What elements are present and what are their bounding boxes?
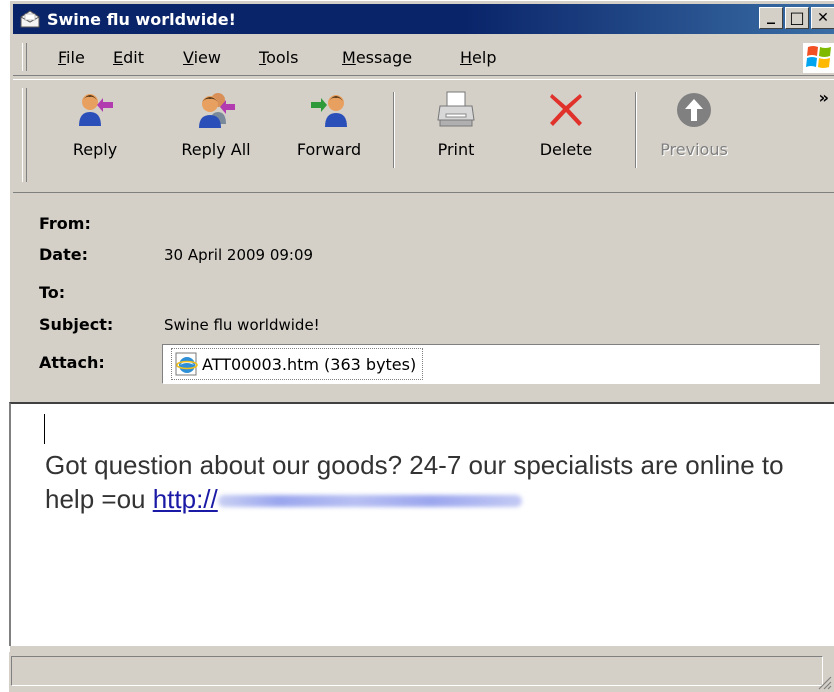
maximize-button[interactable]: □	[785, 7, 809, 29]
menu-edit[interactable]: Edit	[113, 48, 144, 67]
envelope-icon	[20, 10, 40, 28]
attach-label: Attach:	[39, 353, 105, 372]
menubar-grip[interactable]	[22, 43, 27, 71]
status-bar	[9, 652, 834, 692]
toolbar: Reply Reply All Forward Print Delete Pre…	[13, 79, 834, 193]
toolbar-separator	[393, 92, 395, 168]
up-arrow-icon	[677, 93, 711, 127]
delete-x-icon	[550, 94, 582, 126]
menu-file[interactable]: File	[58, 48, 85, 67]
reply-button[interactable]: Reply	[55, 90, 135, 159]
text-caret	[44, 414, 45, 444]
menu-view[interactable]: View	[183, 48, 221, 67]
reply-icon	[79, 94, 113, 126]
html-file-icon	[175, 352, 198, 376]
menu-message[interactable]: Message	[342, 48, 412, 67]
forward-icon	[311, 95, 347, 127]
menu-help[interactable]: Help	[460, 48, 496, 67]
from-label: From:	[39, 214, 91, 233]
reply-all-icon	[199, 93, 235, 128]
to-label: To:	[39, 283, 66, 302]
size-grip-icon[interactable]	[816, 674, 832, 690]
delete-button[interactable]: Delete	[528, 90, 604, 159]
status-panel	[11, 656, 823, 686]
menu-bar: File Edit View Tools Message Help	[13, 39, 834, 76]
toolbar-grip[interactable]	[22, 88, 27, 182]
toolbar-overflow-chevron[interactable]: »	[819, 88, 829, 107]
window-title: Swine flu worldwide!	[47, 9, 236, 29]
message-body[interactable]: Got question about our goods? 24-7 our s…	[9, 402, 834, 646]
message-text: Got question about our goods? 24-7 our s…	[45, 448, 825, 516]
attachment-box: ATT00003.htm (363 bytes)	[162, 344, 820, 384]
attachment-item[interactable]: ATT00003.htm (363 bytes)	[171, 348, 424, 380]
previous-button[interactable]: Previous	[651, 90, 737, 159]
forward-button[interactable]: Forward	[281, 90, 377, 159]
close-button[interactable]: ✕	[811, 7, 834, 29]
redacted-url	[217, 495, 522, 508]
windows-logo-icon	[803, 43, 834, 73]
subject-label: Subject:	[39, 315, 114, 334]
subject-value: Swine flu worldwide!	[164, 316, 320, 334]
printer-icon	[437, 91, 475, 127]
title-bar[interactable]: Swine flu worldwide! _ □ ✕	[13, 4, 834, 34]
attachment-name: ATT00003.htm (363 bytes)	[202, 354, 417, 374]
menu-tools[interactable]: Tools	[259, 48, 298, 67]
toolbar-separator	[635, 92, 637, 168]
body-link[interactable]: http://	[153, 484, 522, 514]
reply-all-button[interactable]: Reply All	[168, 90, 264, 159]
date-value: 30 April 2009 09:09	[164, 246, 314, 264]
date-label: Date:	[39, 245, 88, 264]
print-button[interactable]: Print	[418, 90, 494, 159]
minimize-button[interactable]: _	[759, 7, 783, 29]
